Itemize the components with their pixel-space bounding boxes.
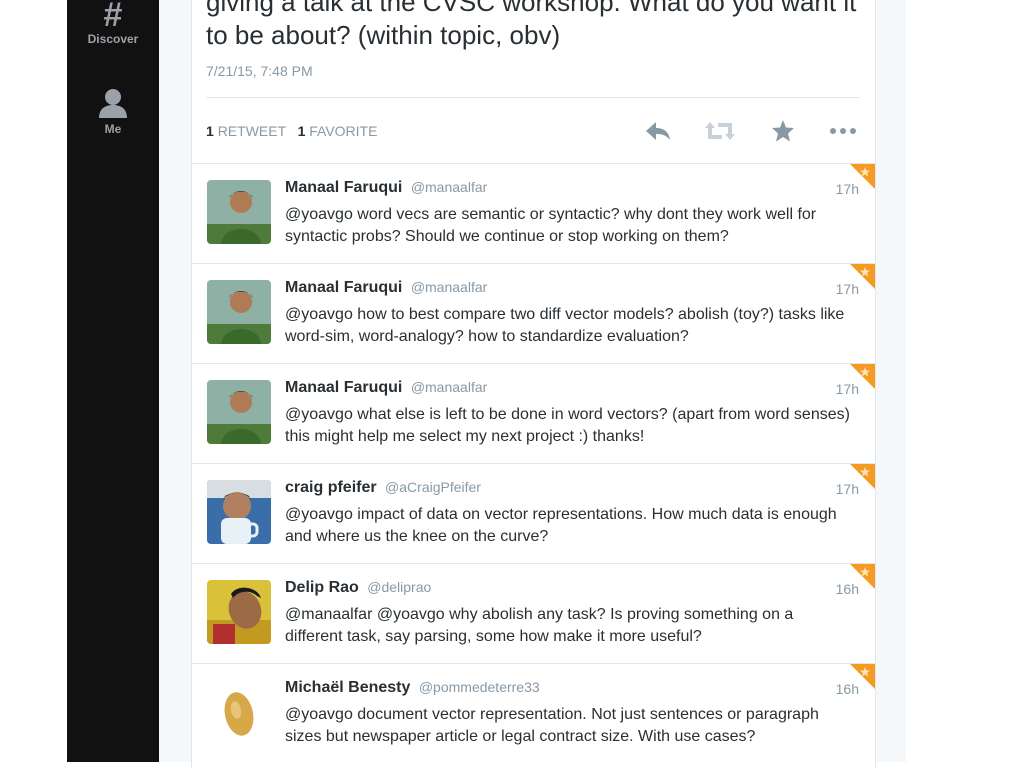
reply-author-name[interactable]: Michaël Benesty (285, 679, 410, 696)
favorite-button[interactable] (770, 118, 796, 149)
nav-discover-label: Discover (87, 32, 139, 46)
reply-text: @yoavgo how to best compare two diff vec… (285, 306, 845, 345)
favorited-star-badge-icon (850, 664, 875, 689)
avatar[interactable] (207, 680, 271, 744)
reply-author-handle[interactable]: @deliprao (367, 579, 431, 595)
favorited-star-badge-icon (850, 564, 875, 589)
reply-item[interactable]: craig pfeifer @aCraigPfeifer 17h @yoavgo… (192, 463, 875, 563)
nav-me[interactable]: Me (67, 86, 159, 136)
reply-item[interactable]: Manaal Faruqui @manaalfar 17h @yoavgo wh… (192, 363, 875, 463)
avatar[interactable] (207, 580, 271, 644)
favorite-count: 1 (297, 123, 306, 139)
reply-author-name[interactable]: Manaal Faruqui (285, 379, 402, 396)
favorited-star-badge-icon (850, 364, 875, 389)
reply-author-handle[interactable]: @aCraigPfeifer (385, 479, 481, 495)
nav-discover[interactable]: # Discover (67, 0, 159, 46)
avatar[interactable] (207, 380, 271, 444)
reply-text: @yoavgo document vector representation. … (285, 706, 819, 745)
retweet-count: 1 (206, 123, 214, 139)
retweet-button[interactable] (704, 118, 736, 149)
replies-list: Manaal Faruqui @manaalfar 17h @yoavgo wo… (192, 163, 875, 763)
reply-text: @manaalfar @yoavgo why abolish any task?… (285, 606, 794, 645)
reply-author-name[interactable]: craig pfeifer (285, 479, 377, 496)
favorite-stat-link[interactable]: FAVORITE (309, 123, 377, 139)
reply-text: @yoavgo impact of data on vector represe… (285, 506, 837, 545)
reply-icon (646, 122, 670, 140)
favorited-star-badge-icon (850, 464, 875, 489)
retweet-stat-link[interactable]: RETWEET (218, 123, 286, 139)
reply-item[interactable]: Manaal Faruqui @manaalfar 17h @yoavgo ho… (192, 263, 875, 363)
tweet-stats: 1 RETWEET 1 FAVORITE (206, 123, 377, 139)
reply-author-handle[interactable]: @manaalfar (411, 179, 487, 195)
tweet-timestamp: 7/21/15, 7:48 PM (206, 63, 313, 79)
retweet-icon (705, 122, 735, 140)
avatar[interactable] (207, 280, 271, 344)
reply-item[interactable]: Manaal Faruqui @manaalfar 17h @yoavgo wo… (192, 163, 875, 263)
reply-author-name[interactable]: Manaal Faruqui (285, 179, 402, 196)
reply-item[interactable]: Delip Rao @deliprao 16h @manaalfar @yoav… (192, 563, 875, 663)
reply-text: @yoavgo what else is left to be done in … (285, 406, 850, 445)
divider (206, 97, 860, 98)
nav-me-label: Me (104, 122, 122, 136)
more-options-button[interactable] (828, 118, 858, 149)
sidebar: # Discover Me (67, 0, 159, 762)
hashtag-icon: # (103, 0, 123, 34)
person-icon (99, 89, 127, 118)
tweet-detail-card: giving a talk at the CVSC workshop. What… (191, 0, 876, 768)
favorited-star-badge-icon (850, 264, 875, 289)
reply-author-handle[interactable]: @manaalfar (411, 379, 487, 395)
avatar[interactable] (207, 480, 271, 544)
avatar[interactable] (207, 180, 271, 244)
tweet-text: giving a talk at the CVSC workshop. What… (206, 0, 857, 50)
reply-author-name[interactable]: Delip Rao (285, 579, 359, 596)
reply-author-handle[interactable]: @manaalfar (411, 279, 487, 295)
reply-author-name[interactable]: Manaal Faruqui (285, 279, 402, 296)
reply-author-handle[interactable]: @pommedeterre33 (419, 679, 540, 695)
ellipsis-icon (830, 128, 856, 134)
reply-button[interactable] (644, 118, 672, 149)
reply-item[interactable]: Michaël Benesty @pommedeterre33 16h @yoa… (192, 663, 875, 763)
reply-text: @yoavgo word vecs are semantic or syntac… (285, 206, 817, 245)
favorited-star-badge-icon (850, 164, 875, 189)
star-icon (772, 120, 794, 142)
